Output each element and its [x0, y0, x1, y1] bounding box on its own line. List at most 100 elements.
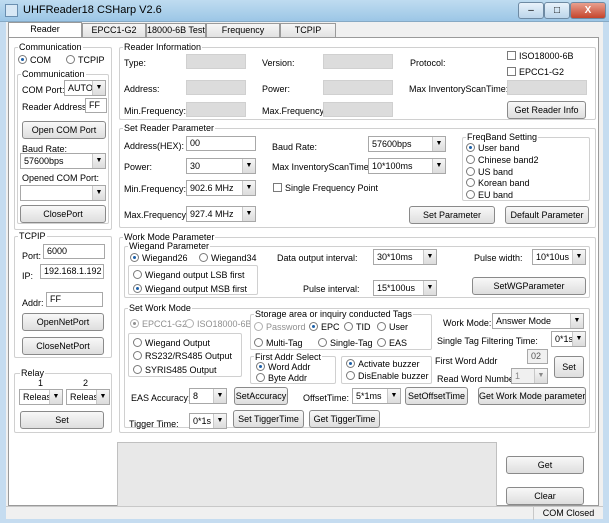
min-frequency-select[interactable]: 902.6 MHz ▼: [186, 180, 256, 196]
pulse-interval-select[interactable]: 15*100us ▼: [373, 280, 437, 296]
minimize-button[interactable]: –: [518, 2, 544, 19]
first-word-addr-input[interactable]: 02: [527, 349, 548, 364]
set-parameter-button[interactable]: Set Parameter: [409, 206, 495, 224]
address-hex-input[interactable]: 00: [186, 136, 256, 151]
set-wg-parameter-button[interactable]: SetWGParameter: [472, 277, 586, 295]
com-port-select[interactable]: AUTO ▼: [64, 80, 106, 96]
set-offset-time-button[interactable]: SetOffsetTime: [405, 387, 468, 405]
set-trigger-time-button[interactable]: Set TiggerTime: [233, 410, 304, 428]
syris485-output-radio[interactable]: SYRIS485 Output: [133, 365, 217, 376]
relay-2-select[interactable]: Release ▼: [66, 389, 110, 405]
user-radio[interactable]: User: [377, 322, 408, 333]
baud-rate-set-select[interactable]: 57600bps ▼: [368, 136, 446, 152]
data-output-interval-select[interactable]: 30*10ms ▼: [373, 249, 437, 265]
max-frequency-readout: [323, 102, 393, 117]
epcc1-g2-mode-radio[interactable]: EPCC1-G2: [130, 319, 187, 330]
read-word-number-select[interactable]: 1 ▼: [511, 368, 548, 384]
rs232-rs485-output-radio[interactable]: RS232/RS485 Output: [133, 351, 232, 362]
chevron-down-icon: ▼: [242, 159, 255, 173]
chevron-down-icon: ▼: [49, 390, 62, 404]
byte-addr-radio[interactable]: Byte Addr: [256, 373, 307, 384]
tcpip-port-input[interactable]: 6000: [43, 244, 105, 259]
tab-tcpip-config[interactable]: TCPIP Config: [280, 23, 336, 48]
user-band-radio[interactable]: User band: [466, 143, 520, 154]
eu-band-radio[interactable]: EU band: [466, 190, 513, 201]
reader-address-input[interactable]: FF: [85, 98, 107, 113]
chevron-down-icon: ▼: [572, 332, 585, 346]
get-work-mode-parameter-button[interactable]: Get Work Mode parameter: [478, 387, 586, 405]
address-hex-label: Address(HEX):: [124, 141, 185, 151]
chinese-band2-radio[interactable]: Chinese band2: [466, 155, 539, 166]
min-frequency-readout: [186, 102, 246, 117]
status-bar: COM Closed: [6, 506, 603, 520]
work-mode-set-button[interactable]: Set: [554, 356, 584, 378]
epc-radio[interactable]: EPC: [309, 322, 340, 333]
chevron-down-icon: ▼: [432, 137, 445, 151]
multi-tag-radio[interactable]: Multi-Tag: [254, 338, 303, 349]
read-word-number-label: Read Word Number:: [437, 374, 520, 384]
close-button[interactable]: X: [570, 2, 606, 19]
tab-frequency-analysis[interactable]: Frequency Analysis: [206, 23, 280, 48]
set-accuracy-button[interactable]: SetAccuracy: [234, 387, 288, 405]
power-select[interactable]: 30 ▼: [186, 158, 256, 174]
iso18000-6b-mode-radio[interactable]: ISO18000-6B: [185, 319, 252, 330]
eas-accuracy-select[interactable]: 8 ▼: [189, 388, 227, 404]
maximize-button[interactable]: □: [544, 2, 570, 19]
communication-group-label: Communication: [18, 42, 83, 52]
get-trigger-time-button[interactable]: Get TiggerTime: [309, 410, 380, 428]
max-frequency-select[interactable]: 927.4 MHz ▼: [186, 206, 256, 222]
get-reader-info-button[interactable]: Get Reader Info: [507, 101, 586, 119]
wiegand26-radio[interactable]: Wiegand26: [130, 253, 188, 264]
activate-buzzer-radio[interactable]: Activate buzzer: [346, 359, 420, 370]
relay-set-button[interactable]: Set: [20, 411, 104, 429]
wiegand-output-radio[interactable]: Wiegand Output: [133, 338, 210, 349]
clear-button[interactable]: Clear: [506, 487, 584, 505]
max-inventory-select[interactable]: 10*100ms ▼: [368, 158, 446, 174]
tab-18000-6b-test[interactable]: 18000-6B Test: [146, 23, 206, 37]
wiegand34-radio[interactable]: Wiegand34: [199, 253, 257, 264]
single-frequency-point-checkbox[interactable]: Single Frequency Point: [273, 183, 378, 194]
offset-time-label: OffsetTime:: [303, 393, 350, 403]
word-addr-radio[interactable]: Word Addr: [256, 362, 310, 373]
close-net-port-button[interactable]: CloseNetPort: [22, 337, 104, 355]
relay-1-select[interactable]: Release ▼: [19, 389, 63, 405]
tcpip-addr-input[interactable]: FF: [46, 292, 103, 307]
lsb-first-radio[interactable]: Wiegand output LSB first: [133, 270, 245, 281]
max-inventory-scan-time-label: Max InventoryScanTime:: [409, 84, 509, 94]
eas-radio[interactable]: EAS: [377, 338, 407, 349]
single-tag-radio[interactable]: Single-Tag: [318, 338, 373, 349]
tcpip-ip-input[interactable]: 192.168.1.192: [40, 264, 104, 279]
msb-first-radio[interactable]: Wiegand output MSB first: [133, 284, 247, 295]
open-com-port-button[interactable]: Open COM Port: [22, 121, 106, 139]
chevron-down-icon: ▼: [423, 250, 436, 264]
pulse-width-label: Pulse width:: [474, 253, 523, 263]
chevron-down-icon: ▼: [423, 281, 436, 295]
com-radio[interactable]: COM: [18, 55, 51, 66]
get-button[interactable]: Get: [506, 456, 584, 474]
opened-com-port-select[interactable]: ▼: [20, 185, 106, 201]
tid-radio[interactable]: TID: [344, 322, 371, 333]
log-output-area[interactable]: [117, 442, 497, 510]
us-band-radio[interactable]: US band: [466, 167, 513, 178]
chevron-down-icon: ▼: [96, 390, 109, 404]
offset-time-select[interactable]: 5*1ms ▼: [352, 388, 401, 404]
default-parameter-button[interactable]: Default Parameter: [505, 206, 589, 224]
disable-buzzer-radio[interactable]: DisEnable buzzer: [346, 371, 429, 382]
work-mode-select[interactable]: Answer Mode ▼: [492, 313, 584, 329]
pulse-width-select[interactable]: 10*10us ▼: [532, 249, 586, 265]
tab-epcc1-g2-test[interactable]: EPCC1-G2 Test: [82, 23, 146, 48]
open-net-port-button[interactable]: OpenNetPort: [22, 313, 104, 331]
iso18000-6b-checkbox[interactable]: ISO18000-6B: [507, 51, 574, 62]
epcc1-g2-checkbox[interactable]: EPCC1-G2: [507, 67, 564, 78]
korean-band-radio[interactable]: Korean band: [466, 178, 530, 189]
password-radio[interactable]: Password: [254, 322, 306, 333]
power-readout: [323, 80, 393, 95]
baud-rate-select[interactable]: 57600bps ▼: [20, 153, 106, 169]
power-label: Power:: [262, 84, 291, 94]
tab-reader-parameter[interactable]: Reader Parameter: [8, 22, 82, 47]
tcpip-radio[interactable]: TCPIP: [66, 55, 105, 66]
single-tag-filtering-time-select[interactable]: 0*1s ▼: [551, 331, 586, 347]
close-port-button[interactable]: ClosePort: [20, 205, 106, 223]
trigger-time-select[interactable]: 0*1s ▼: [189, 413, 227, 429]
tcpip-addr-label: Addr:: [22, 298, 44, 308]
